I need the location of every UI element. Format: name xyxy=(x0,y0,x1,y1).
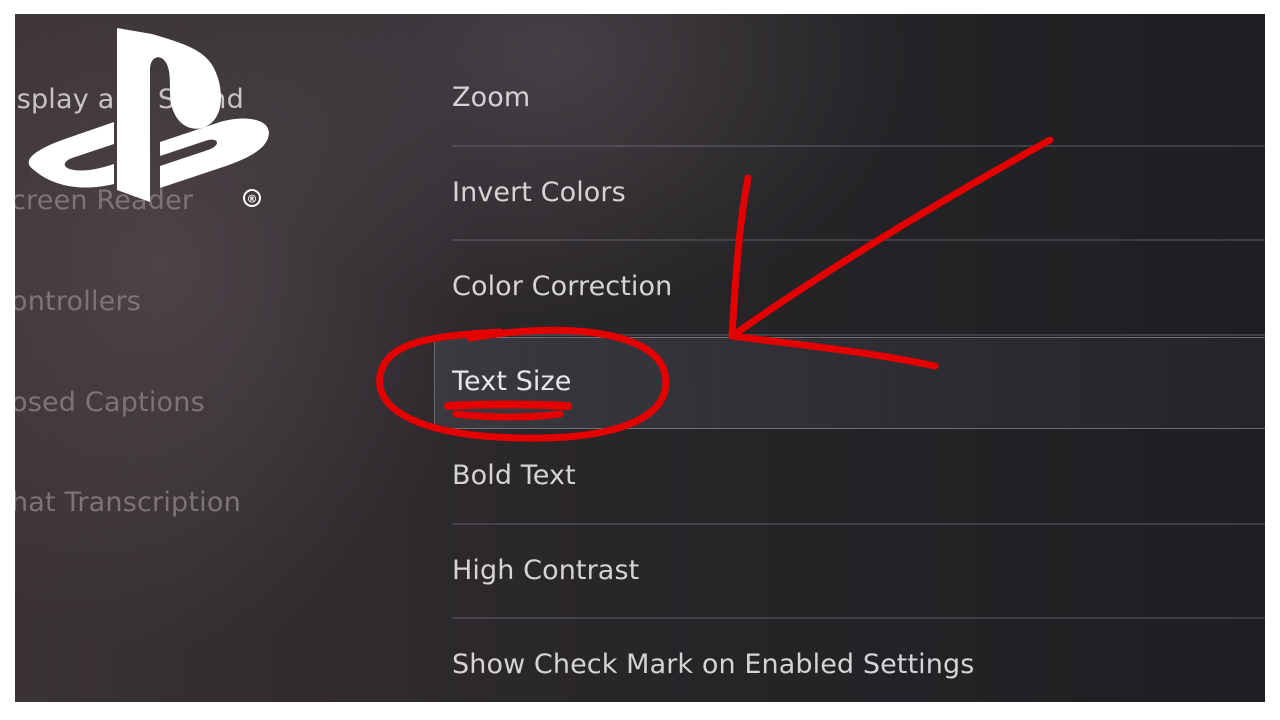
menu-item-label: Show Check Mark on Enabled Settings xyxy=(452,649,975,680)
sidebar-item-controllers[interactable]: ontrollers xyxy=(15,282,435,322)
menu-item-label: Bold Text xyxy=(452,460,576,491)
menu-item-label: Zoom xyxy=(452,82,531,113)
sidebar-item-label: ontrollers xyxy=(15,286,142,317)
sidebar-item-label: hat Transcription xyxy=(15,487,241,518)
menu-item-invert-colors[interactable]: Invert Colors xyxy=(452,147,1265,241)
registered-mark: ® xyxy=(247,193,258,206)
sidebar-item-label: osed Captions xyxy=(15,387,205,418)
menu-item-text-size[interactable]: Text Size xyxy=(434,336,1265,431)
menu-item-label: Color Correction xyxy=(452,271,673,302)
menu-item-label: Text Size xyxy=(452,365,572,397)
menu-item-zoom[interactable]: Zoom xyxy=(452,52,1265,147)
menu-item-color-correction[interactable]: Color Correction xyxy=(452,241,1265,336)
menu-item-bold-text[interactable]: Bold Text xyxy=(452,430,1265,525)
playstation-logo-icon: ® xyxy=(28,28,269,207)
menu-item-label: High Contrast xyxy=(452,554,640,586)
sidebar-item-closed-captions[interactable]: osed Captions xyxy=(15,383,435,423)
menu-item-high-contrast[interactable]: High Contrast xyxy=(452,525,1265,619)
sidebar-item-chat-transcription[interactable]: hat Transcription xyxy=(15,483,435,523)
settings-menu-list: Zoom Invert Colors Color Correction Text… xyxy=(434,52,1265,702)
menu-item-show-check-mark[interactable]: Show Check Mark on Enabled Settings xyxy=(452,619,1265,702)
menu-item-label: Invert Colors xyxy=(452,176,626,208)
